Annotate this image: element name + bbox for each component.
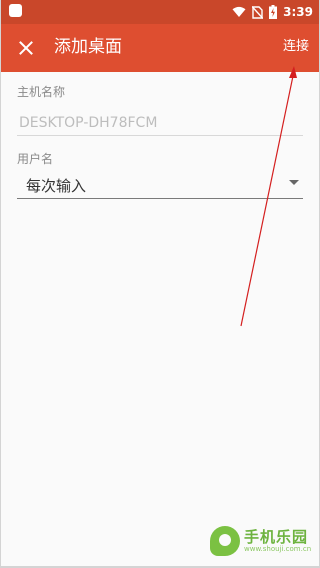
watermark: 手机乐园 www.shouji.com.cn <box>210 526 311 556</box>
wifi-icon <box>232 6 246 17</box>
watermark-text: 手机乐园 www.shouji.com.cn <box>244 529 311 554</box>
connect-button[interactable]: 连接 <box>281 37 311 57</box>
watermark-main: 手机乐园 <box>244 527 309 546</box>
app-notification-icon <box>9 4 22 17</box>
status-bar: 3:39 <box>1 0 319 24</box>
app-bar: 添加桌面 连接 <box>1 24 319 72</box>
dropdown-arrow-icon <box>289 180 299 185</box>
watermark-sub: www.shouji.com.cn <box>244 544 312 553</box>
no-sim-icon <box>252 5 264 19</box>
host-name-label: 主机名称 <box>17 85 66 99</box>
host-name-input[interactable] <box>17 110 303 136</box>
close-button[interactable] <box>11 33 41 63</box>
username-label: 用户名 <box>17 152 54 166</box>
page-title: 添加桌面 <box>54 37 122 57</box>
username-select[interactable]: 每次输入 <box>17 171 303 199</box>
battery-charging-icon <box>269 5 278 19</box>
screen: 3:39 添加桌面 连接 主机名称 用户名 每次输入 手机乐园 www.shou… <box>1 0 319 566</box>
close-icon <box>19 41 33 55</box>
username-select-value: 每次输入 <box>26 177 87 195</box>
watermark-logo-icon <box>210 526 240 556</box>
status-time: 3:39 <box>283 5 313 19</box>
status-icons: 3:39 <box>232 3 313 21</box>
